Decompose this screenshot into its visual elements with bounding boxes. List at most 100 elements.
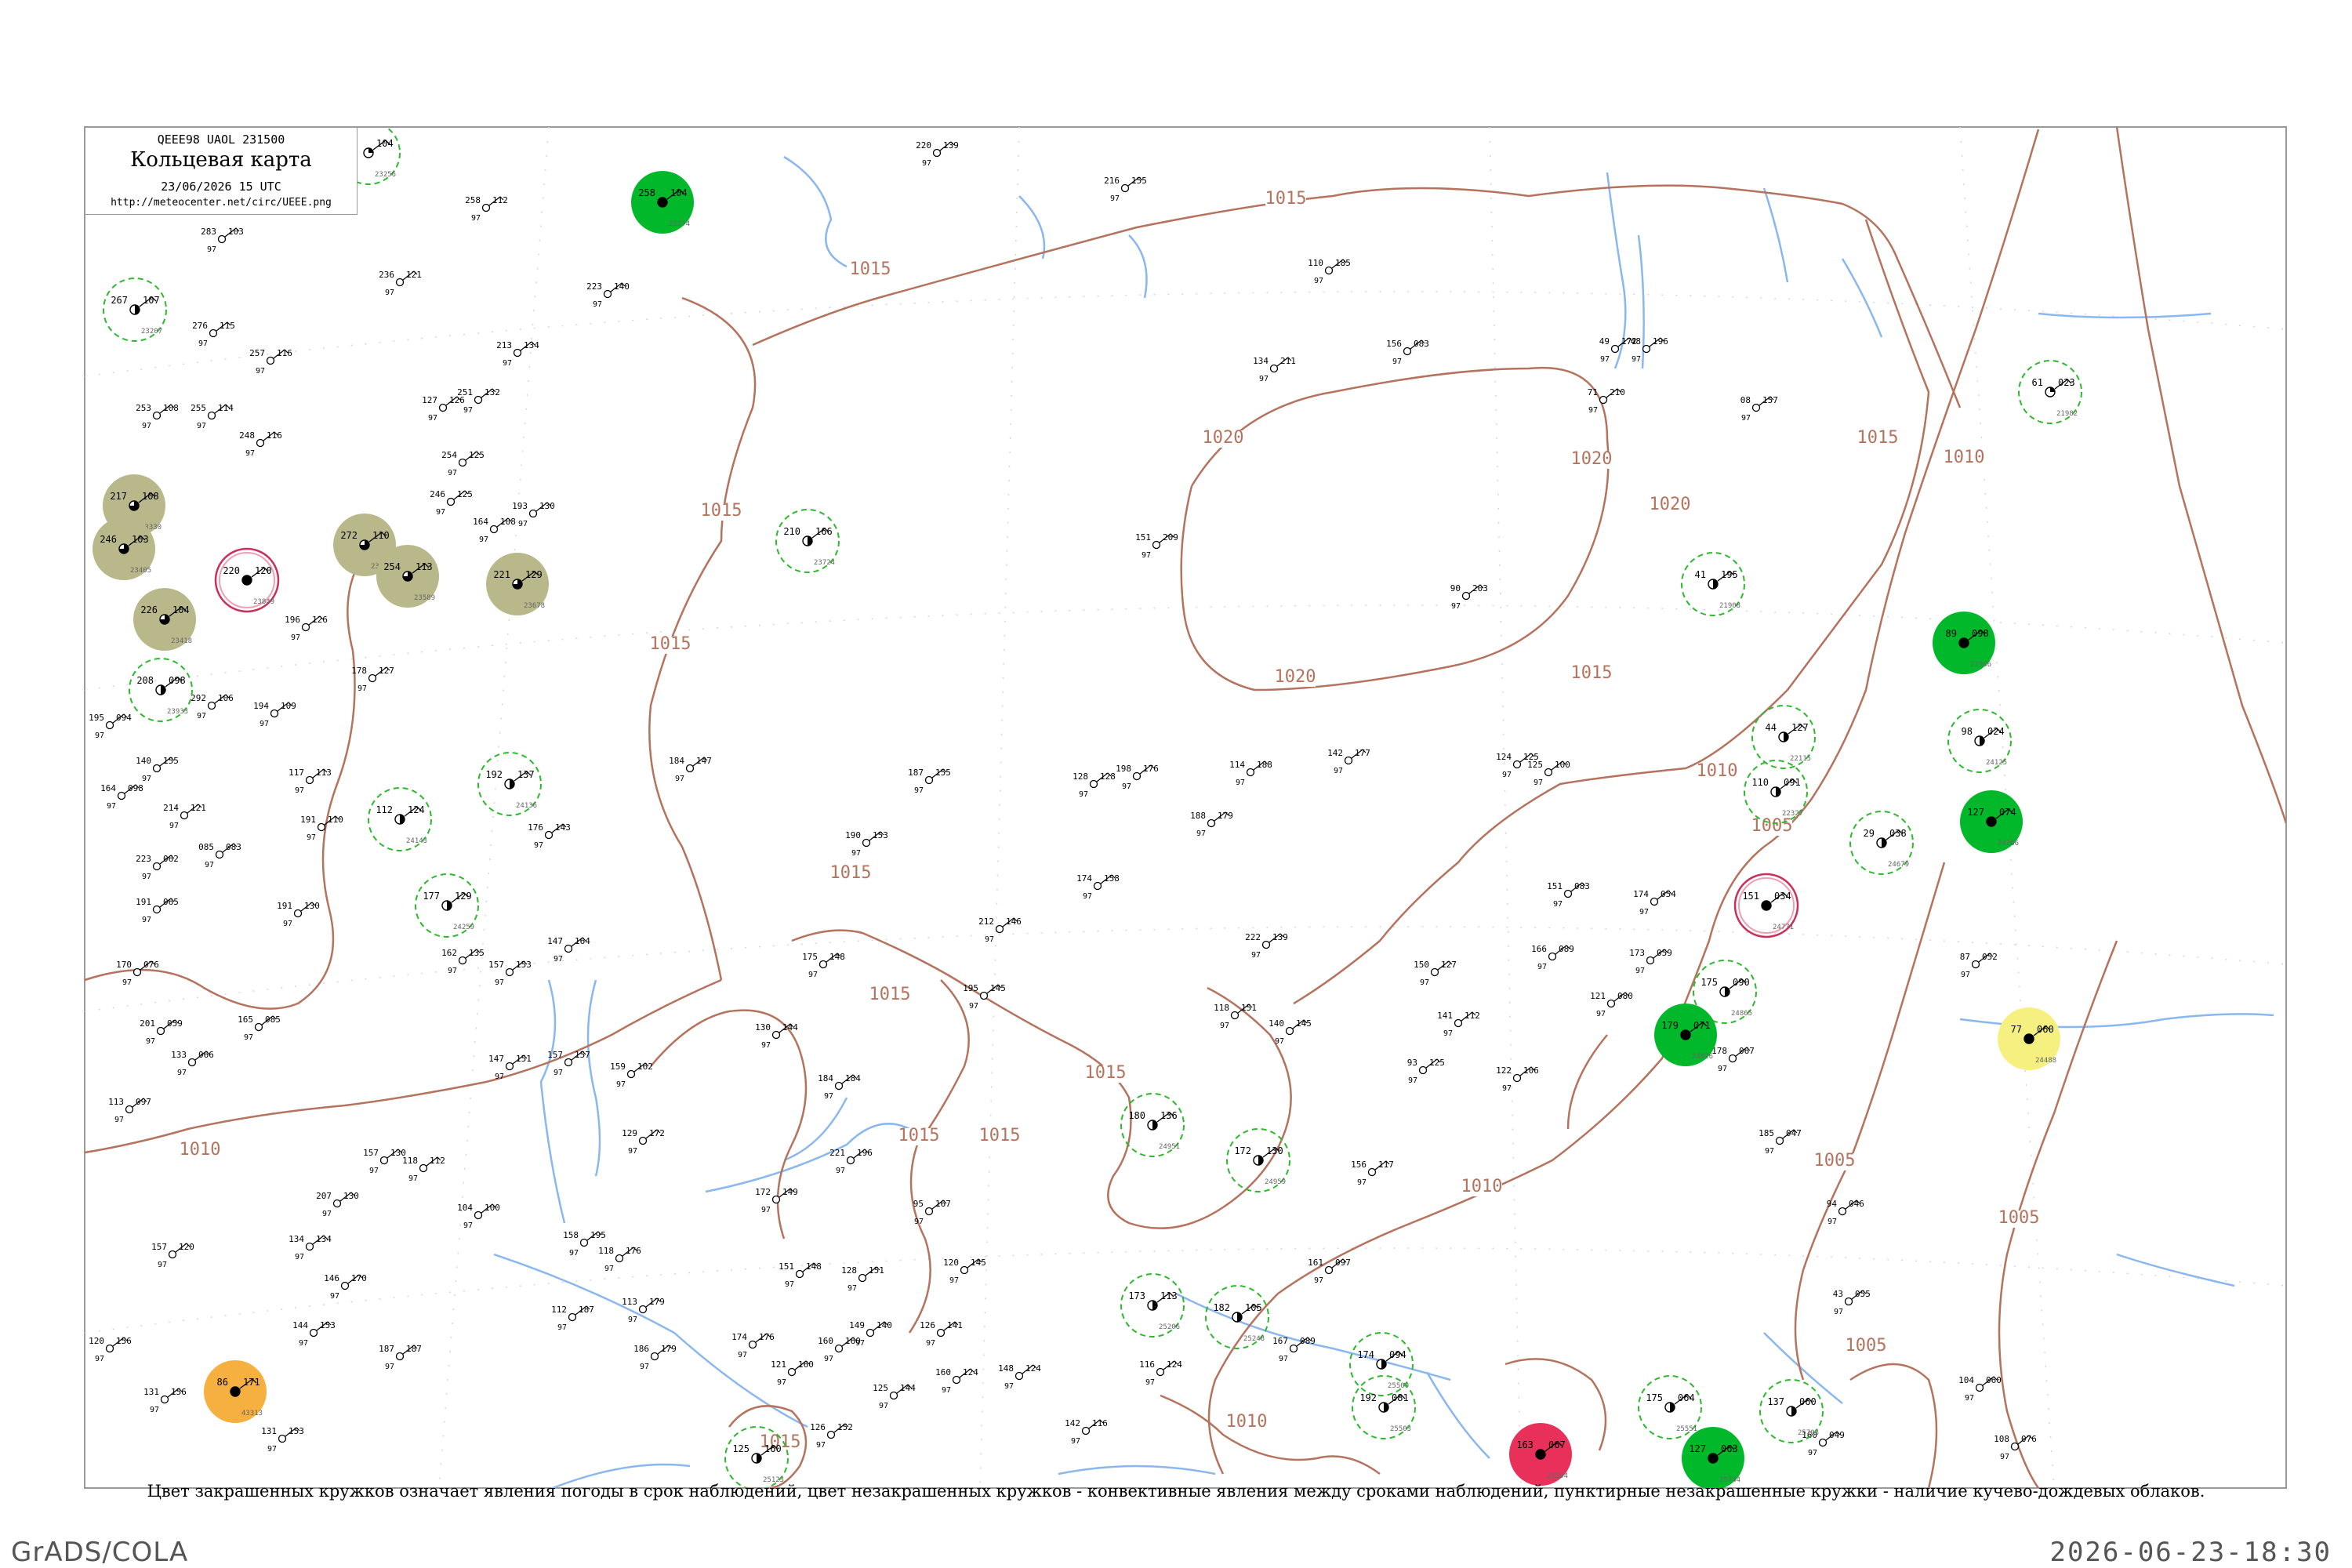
station-pressure: 172 xyxy=(649,1128,665,1138)
station-dewpoint: 97 xyxy=(330,1292,339,1301)
station-pressure: 210 xyxy=(1610,387,1625,397)
station-pressure: 130 xyxy=(343,1191,359,1201)
station-dewpoint: 97 xyxy=(1314,1276,1323,1285)
cloud-cover-symbol xyxy=(301,622,310,632)
station-temp: 137 xyxy=(1767,1396,1784,1407)
cloud-cover-symbol xyxy=(266,356,275,365)
cloud-cover-symbol xyxy=(1418,1065,1428,1075)
station-pressure: 090 xyxy=(1733,977,1750,988)
station-dewpoint: 97 xyxy=(855,1339,865,1348)
station-pressure: 144 xyxy=(782,1022,798,1033)
station-temp: 128 xyxy=(1073,771,1088,782)
station-dewpoint: 97 xyxy=(1553,900,1563,909)
station-index: 25500 xyxy=(1388,1382,1409,1390)
station-dewpoint: 97 xyxy=(785,1280,794,1289)
station-pressure: 059 xyxy=(167,1018,183,1029)
bulletin-header: QEEE98 UAOL 231500 xyxy=(157,132,285,147)
station-temp: 43 xyxy=(1833,1289,1843,1299)
cloud-cover-symbol xyxy=(748,1340,757,1349)
station-temp: 172 xyxy=(1234,1145,1251,1156)
station-pressure: 066 xyxy=(198,1050,214,1060)
station-temp: 157 xyxy=(547,1050,563,1060)
cloud-cover-symbol xyxy=(1818,1438,1828,1447)
isobar-label: 1015 xyxy=(701,501,742,521)
station-dewpoint: 97 xyxy=(554,1069,563,1077)
cloud-cover-symbol xyxy=(1512,1073,1522,1083)
station-pressure: 121 xyxy=(406,270,422,280)
station-temp: 144 xyxy=(292,1320,308,1330)
isobar-label: 1010 xyxy=(1697,761,1738,781)
cloud-cover-symbol xyxy=(1230,1011,1240,1020)
station-temp: 220 xyxy=(223,565,240,576)
station-dewpoint: 97 xyxy=(448,469,457,477)
cloud-cover-symbol xyxy=(1014,1371,1024,1381)
cloud-cover-symbol xyxy=(638,1136,648,1145)
cloud-cover-symbol xyxy=(685,764,695,773)
cloud-cover-symbol xyxy=(125,1105,134,1114)
cloud-cover-symbol xyxy=(332,1199,342,1208)
station-temp: 166 xyxy=(1531,944,1547,954)
station-dewpoint: 97 xyxy=(628,1147,637,1156)
station-pressure: 104 xyxy=(376,138,394,149)
station-temp: 48 xyxy=(1631,336,1641,347)
cloud-cover-symbol xyxy=(960,1265,969,1275)
station-pressure: 127 xyxy=(379,666,394,676)
cloud-cover-symbol xyxy=(1289,1344,1298,1353)
station-pressure: 081 xyxy=(1392,1392,1409,1403)
station-temp: 151 xyxy=(1742,891,1759,902)
station-temp: 217 xyxy=(110,491,127,502)
station-dewpoint: 97 xyxy=(593,300,602,309)
isobar-label: 1015 xyxy=(869,985,911,1004)
cloud-cover-symbol xyxy=(1544,768,1553,777)
station-dewpoint: 97 xyxy=(197,712,206,720)
station-temp: 114 xyxy=(1229,760,1245,770)
station-temp: 254 xyxy=(383,561,401,572)
station-index: 24826 xyxy=(1692,1053,1713,1061)
station-temp: 196 xyxy=(285,615,300,625)
station-dewpoint: 97 xyxy=(95,1355,104,1363)
station-temp: 180 xyxy=(1128,1110,1145,1121)
station-marker: 246 103 23405 xyxy=(93,517,155,580)
station-temp: 141 xyxy=(1437,1011,1453,1021)
cloud-cover-symbol xyxy=(528,509,538,518)
station-dewpoint: 97 xyxy=(1596,1010,1606,1018)
station-temp: 49 xyxy=(1599,336,1610,347)
isobar-label: 1005 xyxy=(1846,1336,1887,1356)
station-temp: 170 xyxy=(116,960,132,970)
station-temp: 41 xyxy=(1695,569,1706,580)
isobar-label: 1000 xyxy=(2325,812,2352,832)
cloud-cover-symbol xyxy=(1751,403,1761,412)
station-temp: 147 xyxy=(488,1054,504,1064)
station-temp: 151 xyxy=(1547,881,1563,891)
cloud-cover-symbol xyxy=(952,1375,961,1385)
map-url[interactable]: http://meteocenter.net/circ/UEEE.png xyxy=(85,197,357,209)
station-temp: 186 xyxy=(633,1344,649,1354)
cloud-cover-symbol xyxy=(513,348,522,358)
station-dewpoint: 97 xyxy=(1083,892,1092,901)
isobar-label: 1010 xyxy=(180,1140,221,1160)
cloud-cover-symbol xyxy=(834,1344,844,1353)
station-pressure: 179 xyxy=(1218,811,1233,821)
station-temp: 120 xyxy=(943,1258,959,1268)
station-pressure: 125 xyxy=(1429,1058,1445,1068)
map-date: 23/06/2026 15 UTC xyxy=(161,180,281,194)
station-dewpoint: 97 xyxy=(1534,779,1543,787)
station-dewpoint: 97 xyxy=(557,1323,567,1332)
station-temp: 246 xyxy=(430,489,445,499)
station-pressure: 136 xyxy=(1160,1110,1178,1121)
station-pressure: 127 xyxy=(1441,960,1457,970)
station-temp: 175 xyxy=(802,952,818,962)
station-dewpoint: 97 xyxy=(1357,1178,1367,1187)
cloud-cover-symbol xyxy=(156,1026,165,1036)
station-pressure: 089 xyxy=(1559,944,1574,954)
station-index: 24951 xyxy=(1159,1143,1180,1151)
cloud-cover-symbol xyxy=(293,909,303,918)
station-temp: 116 xyxy=(1139,1359,1155,1370)
station-dewpoint: 97 xyxy=(1122,782,1131,791)
station-index: 23678 xyxy=(524,602,545,610)
station-temp: 112 xyxy=(376,804,393,815)
cloud-cover-symbol xyxy=(1261,940,1271,949)
cloud-cover-symbol xyxy=(924,775,934,785)
cloud-cover-symbol xyxy=(1642,344,1651,354)
station-temp: 129 xyxy=(622,1128,637,1138)
